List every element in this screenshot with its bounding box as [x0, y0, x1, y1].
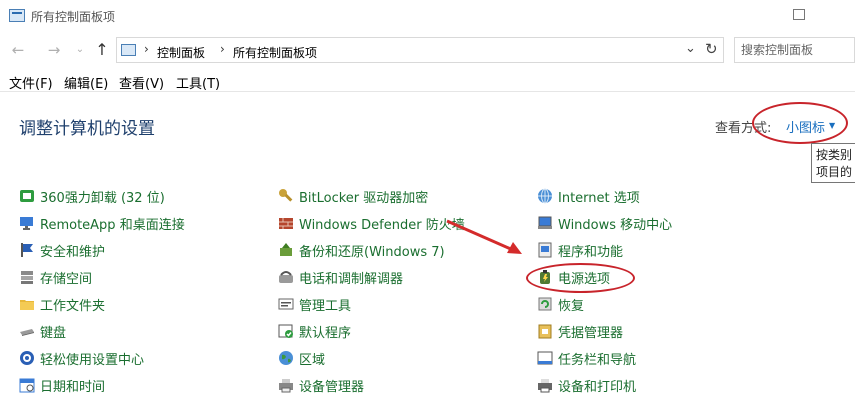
annotation-arrow: [446, 219, 522, 254]
